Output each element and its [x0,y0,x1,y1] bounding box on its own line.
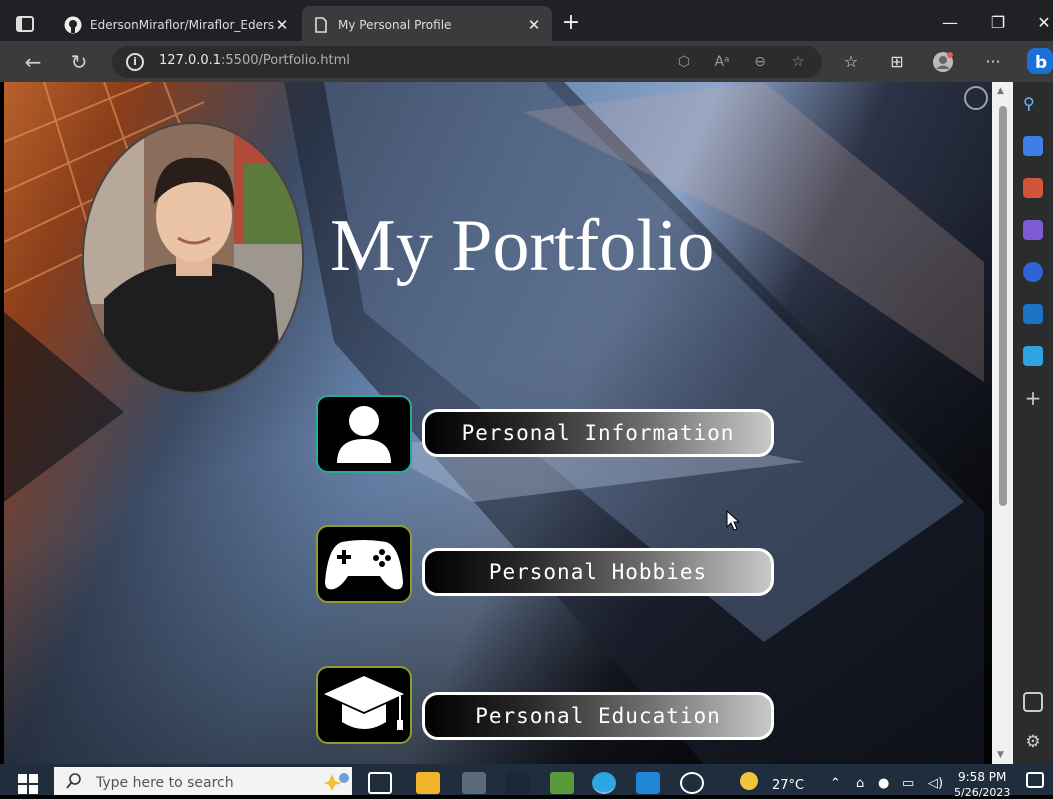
scroll-up-icon[interactable]: ▲ [997,86,1004,96]
edge-browser-icon[interactable] [592,772,616,794]
back-arrow-icon[interactable]: ← [20,49,46,75]
tab-actions-icon[interactable] [14,13,36,35]
minimize-icon[interactable]: — [938,12,962,34]
personal-education-icon-tile[interactable] [316,666,412,744]
url-text: 127.0.0.1:5500/Portfolio.html [159,53,350,68]
tab-title: My Personal Profile [338,18,452,32]
scroll-thumb[interactable] [999,106,1007,506]
clock-date[interactable]: 5/26/2023 [954,786,1010,799]
personal-information-button[interactable]: Personal Information [422,409,774,457]
settings-gear-icon[interactable]: ⚙ [1023,732,1043,752]
collections-icon[interactable]: ⊞ [886,51,908,73]
volume-icon[interactable]: ◁) [928,776,943,791]
url-path: :5500/Portfolio.html [221,53,350,68]
svg-text:b: b [1035,53,1047,73]
read-aloud-icon[interactable]: Aᵃ [712,53,732,71]
more-options-icon[interactable]: ··· [982,51,1004,73]
clock-time[interactable]: 9:58 PM [958,770,1006,784]
page-title: My Portfolio [330,205,715,287]
weather-temperature[interactable]: 27°C [772,778,804,793]
add-favorite-icon[interactable]: ☆ [788,53,808,71]
scroll-down-icon[interactable]: ▼ [997,750,1004,760]
telegram-icon[interactable] [1023,346,1043,366]
windows-start-icon[interactable] [18,774,38,794]
tab-title: EdersonMiraflor/Miraflor_Ederso [90,18,274,32]
address-bar: ← ↻ i 127.0.0.1:5500/Portfolio.html ⬡ Aᵃ… [0,41,1053,82]
sidebar-toggle-icon[interactable] [1023,692,1043,712]
personal-hobbies-button[interactable]: Personal Hobbies [422,548,774,596]
github-icon [64,16,82,34]
personal-information-icon-tile[interactable] [316,395,412,473]
bing-icon[interactable]: b [1026,47,1053,75]
zoom-out-icon[interactable]: ⊖ [750,53,770,71]
outlook-icon[interactable] [1023,304,1043,324]
gamepad-icon [325,540,403,590]
tools-icon[interactable] [1023,178,1043,198]
edge-sidebar: ⚲ + ⚙ [1013,82,1053,764]
shopping-tag-icon[interactable] [1023,136,1043,156]
page-viewport: My Portfolio Personal Information Person… [4,82,992,764]
favorites-icon[interactable]: ☆ [840,51,862,73]
graduation-cap-icon [324,676,404,730]
speedtest-icon[interactable] [680,772,704,794]
chevron-up-icon[interactable]: ⌃ [830,776,841,791]
task-view-icon[interactable] [368,772,392,794]
taskbar-search-input[interactable]: Type here to search [54,767,352,795]
windows-taskbar: Type here to search 27°C ⌃ ⌂ ● ▭ ◁) 9:58… [0,764,1053,799]
games-icon[interactable] [1023,220,1043,240]
new-tab-button[interactable]: + [560,12,582,34]
close-tab-icon[interactable]: ✕ [274,16,290,34]
page-icon [315,17,327,33]
network-icon[interactable]: ▭ [902,776,914,791]
close-tab-icon[interactable]: ✕ [526,16,542,34]
tab-github[interactable]: EdersonMiraflor/Miraflor_Ederso ✕ [54,6,300,44]
page-scrollbar[interactable]: ▲ ▼ [992,82,1013,764]
screen-capture-icon[interactable] [964,86,988,110]
personal-hobbies-icon-tile[interactable] [316,525,412,603]
profile-avatar-icon[interactable] [932,51,954,73]
url-input[interactable]: i 127.0.0.1:5500/Portfolio.html ⬡ Aᵃ ⊖ ☆ [112,46,822,78]
file-explorer-icon[interactable] [416,772,440,794]
refresh-icon[interactable]: ↻ [66,49,92,75]
browser-tab-bar: EdersonMiraflor/Miraflor_Ederso ✕ My Per… [0,0,1053,47]
close-window-icon[interactable]: ✕ [1032,12,1053,34]
microphone-icon[interactable]: ● [878,776,889,791]
personal-education-button[interactable]: Personal Education [422,692,774,740]
add-icon[interactable]: + [1023,388,1043,408]
url-host: 127.0.0.1 [159,53,222,68]
weather-icon[interactable] [740,772,758,790]
notifications-icon[interactable] [1026,772,1044,788]
profile-photo [82,122,304,394]
mouse-pointer-icon [726,510,741,531]
restore-icon[interactable]: ❐ [986,12,1010,34]
tab-profile[interactable]: My Personal Profile ✕ [302,6,552,44]
steam-icon[interactable] [506,772,530,794]
minecraft-launcher-icon[interactable] [550,772,574,794]
search-icon [66,773,81,789]
search-placeholder: Type here to search [96,775,234,791]
vscode-icon[interactable] [636,772,660,794]
tag-icon[interactable]: ⬡ [674,53,694,71]
site-info-icon[interactable]: i [126,53,144,71]
meet-now-icon[interactable]: ⌂ [856,776,864,791]
sandbox-app-icon[interactable] [462,772,486,794]
office-icon[interactable] [1023,262,1043,282]
search-icon[interactable]: ⚲ [1023,94,1043,114]
person-icon [337,406,391,463]
search-highlight-icon [324,773,349,791]
